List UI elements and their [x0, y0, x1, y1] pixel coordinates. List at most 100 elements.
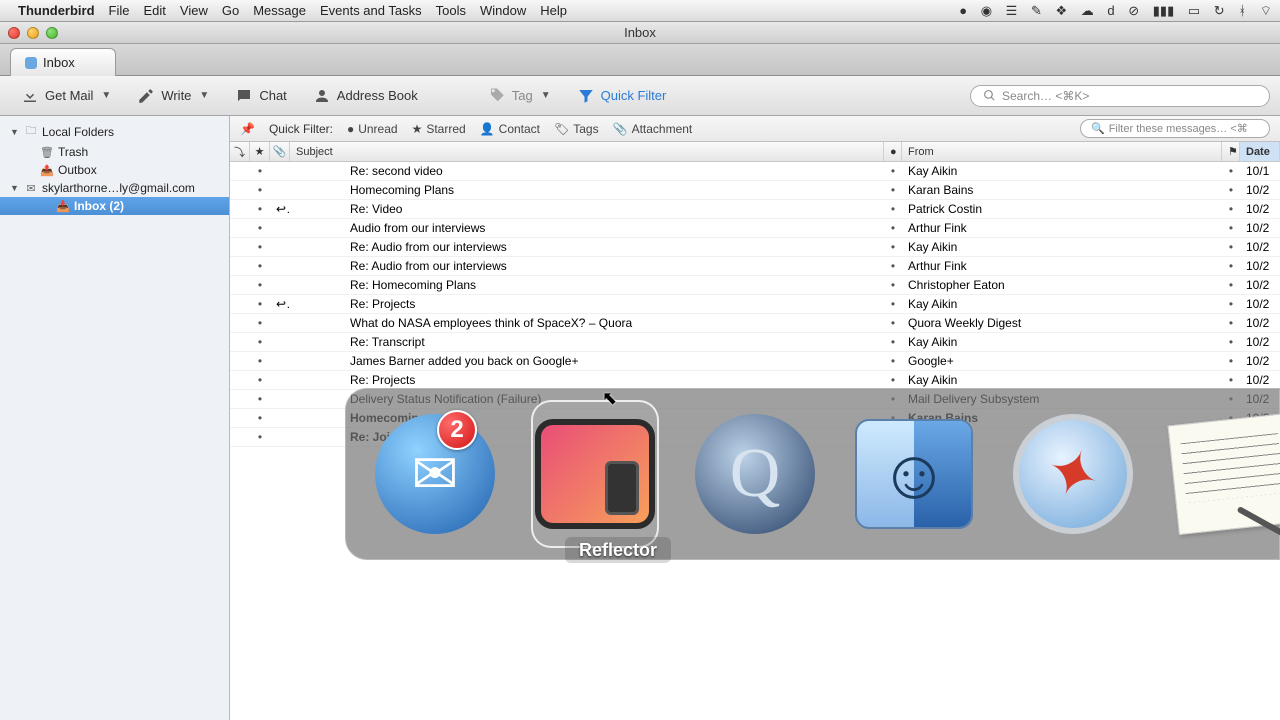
message-subject: James Barner added you back on Google+	[290, 354, 884, 368]
filter-attachment[interactable]: 📎Attachment	[613, 122, 693, 136]
sidebar-label: Trash	[58, 145, 88, 159]
message-row[interactable]: •James Barner added you back on Google+•…	[230, 352, 1280, 371]
switcher-app-finder[interactable]	[855, 404, 973, 544]
tray-battery-icon[interactable]: ▮▮▮	[1153, 3, 1174, 18]
dropdown-caret-icon[interactable]: ▼	[541, 90, 551, 101]
menu-events[interactable]: Events and Tasks	[320, 3, 422, 18]
dropdown-caret-icon[interactable]: ▼	[199, 90, 209, 101]
message-subject: Re: second video	[290, 164, 884, 178]
dropdown-caret-icon[interactable]: ▼	[101, 90, 111, 101]
message-row[interactable]: •Re: Transcript•Kay Aikin•10/2	[230, 333, 1280, 352]
window-title: Inbox	[0, 25, 1280, 40]
disclosure-triangle-icon[interactable]: ▼	[10, 127, 20, 137]
col-star-icon[interactable]: ★	[250, 142, 270, 161]
menu-window[interactable]: Window	[480, 3, 526, 18]
chat-button[interactable]: Chat	[224, 82, 297, 110]
tray-bluetooth-icon[interactable]: ᚼ	[1238, 3, 1246, 18]
finder-icon	[855, 419, 973, 529]
menu-tools[interactable]: Tools	[436, 3, 466, 18]
write-button[interactable]: Write ▼	[126, 82, 220, 110]
tray-icon[interactable]: ◉	[981, 3, 992, 18]
sidebar-trash[interactable]: 🗑 Trash	[0, 143, 229, 161]
addressbook-label: Address Book	[337, 88, 418, 103]
sidebar-account[interactable]: ▼ ✉ skylarthorne…ly@gmail.com	[0, 179, 229, 197]
filter-messages-input[interactable]: 🔍 Filter these messages… <⌘	[1080, 119, 1270, 138]
message-row[interactable]: •Re: Audio from our interviews•Kay Aikin…	[230, 238, 1280, 257]
addressbook-button[interactable]: Address Book	[302, 82, 429, 110]
menu-go[interactable]: Go	[222, 3, 239, 18]
menubar-tray: ● ◉ ☰ ✎ ❖ ☁ d ⊘ ▮▮▮ ▭ ↻ ᚼ ⌔	[949, 3, 1272, 19]
message-from: Quora Weekly Digest	[902, 316, 1222, 330]
quickfilter-button[interactable]: Quick Filter	[566, 82, 678, 110]
col-subject[interactable]: Subject	[290, 142, 884, 161]
tray-timemachine-icon[interactable]: ↻	[1214, 3, 1225, 18]
tray-wifi-icon[interactable]: ⌔	[1260, 3, 1272, 18]
filter-tags[interactable]: 🏷Tags	[554, 122, 599, 136]
message-subject: Re: Video	[290, 202, 884, 216]
switcher-app-quicktime[interactable]	[695, 404, 815, 544]
person-icon	[313, 87, 331, 105]
disclosure-triangle-icon[interactable]: ▼	[10, 183, 20, 193]
sidebar-outbox[interactable]: 📤 Outbox	[0, 161, 229, 179]
tray-icon[interactable]: d	[1107, 3, 1114, 18]
menu-message[interactable]: Message	[253, 3, 306, 18]
message-row[interactable]: •Audio from our interviews•Arthur Fink•1…	[230, 219, 1280, 238]
menu-file[interactable]: File	[109, 3, 130, 18]
col-from[interactable]: From	[902, 142, 1222, 161]
tray-icon[interactable]: ☁	[1081, 3, 1094, 18]
message-row[interactable]: •Re: Audio from our interviews•Arthur Fi…	[230, 257, 1280, 276]
switcher-app-notes[interactable]	[1173, 404, 1280, 544]
col-date[interactable]: Date	[1240, 142, 1280, 161]
tag-button[interactable]: Tag ▼	[477, 82, 562, 110]
sidebar-local-folders[interactable]: ▼ 🗀 Local Folders	[0, 120, 229, 143]
status-dot-icon: •	[884, 354, 902, 368]
col-read-icon[interactable]: ●	[884, 142, 902, 161]
col-attach-icon[interactable]: 📎	[270, 142, 290, 161]
window-titlebar: Inbox	[0, 22, 1280, 44]
message-row[interactable]: •Homecoming Plans•Karan Bains•10/2	[230, 181, 1280, 200]
tray-icon[interactable]: ●	[959, 3, 967, 18]
menu-help[interactable]: Help	[540, 3, 567, 18]
folder-sidebar: ▼ 🗀 Local Folders 🗑 Trash 📤 Outbox ▼ ✉ s…	[0, 116, 230, 720]
tray-icon[interactable]: ✎	[1031, 3, 1042, 18]
unread-dot-icon: •	[250, 240, 270, 254]
tray-icon[interactable]: ⊘	[1128, 3, 1139, 18]
filter-contact[interactable]: 👤Contact	[480, 122, 540, 136]
switcher-app-reflector[interactable]	[535, 404, 655, 544]
message-row[interactable]: •↩Re: Projects•Kay Aikin•10/2	[230, 295, 1280, 314]
unread-dot-icon: •	[250, 164, 270, 178]
search-placeholder: Search… <⌘K>	[1002, 89, 1089, 103]
message-date: 10/2	[1240, 183, 1280, 197]
message-date: 10/1	[1240, 164, 1280, 178]
message-row[interactable]: •What do NASA employees think of SpaceX?…	[230, 314, 1280, 333]
message-row[interactable]: •Re: second video•Kay Aikin•10/1	[230, 162, 1280, 181]
tab-label: Inbox	[43, 55, 75, 70]
filter-unread[interactable]: ●Unread	[347, 122, 398, 136]
pin-icon[interactable]: 📌	[240, 122, 255, 136]
menubar-appname[interactable]: Thunderbird	[18, 3, 95, 18]
message-row[interactable]: •Re: Homecoming Plans•Christopher Eaton•…	[230, 276, 1280, 295]
col-thread-icon[interactable]: ⤵	[230, 142, 250, 161]
message-row[interactable]: •↩Re: Video•Patrick Costin•10/2	[230, 200, 1280, 219]
message-from: Arthur Fink	[902, 259, 1222, 273]
status-dot-icon: •	[884, 297, 902, 311]
sidebar-inbox[interactable]: 📥 Inbox (2)	[0, 197, 229, 215]
tray-icon[interactable]: ☰	[1006, 3, 1018, 18]
menu-view[interactable]: View	[180, 3, 208, 18]
global-search-input[interactable]: Search… <⌘K>	[970, 85, 1270, 107]
status-dot-icon: •	[884, 373, 902, 387]
tray-display-icon[interactable]: ▭	[1188, 3, 1200, 18]
tab-inbox[interactable]: Inbox	[10, 48, 116, 76]
tray-icon[interactable]: ❖	[1055, 3, 1067, 18]
message-column-header: ⤵ ★ 📎 Subject ● From ⚑ Date	[230, 142, 1280, 162]
message-from: Kay Aikin	[902, 240, 1222, 254]
switcher-app-thunderbird[interactable]: 2	[375, 404, 495, 544]
menu-edit[interactable]: Edit	[144, 3, 166, 18]
switcher-app-safari[interactable]	[1013, 404, 1133, 544]
status-dot-icon: •	[884, 335, 902, 349]
app-switcher-overlay[interactable]: 2	[345, 388, 1280, 560]
getmail-button[interactable]: Get Mail ▼	[10, 82, 122, 110]
filter-starred[interactable]: ★Starred	[412, 122, 466, 136]
mail-icon: ✉	[24, 182, 38, 195]
col-flag-icon[interactable]: ⚑	[1222, 142, 1240, 161]
